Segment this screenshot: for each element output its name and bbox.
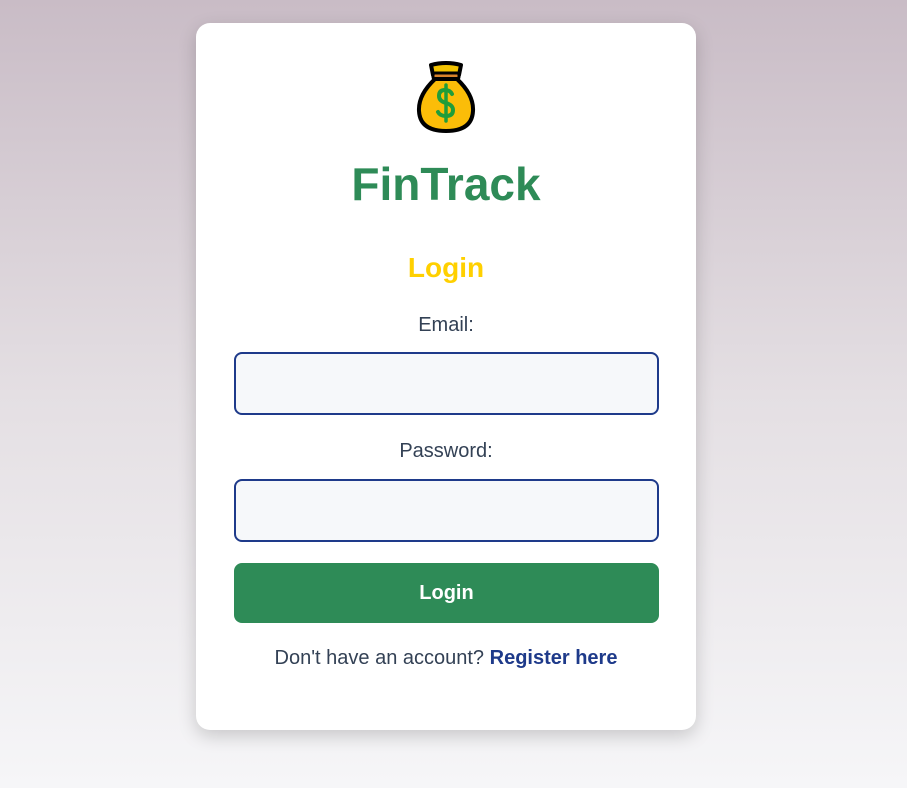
email-field[interactable] — [234, 352, 659, 415]
email-label: Email: — [418, 314, 474, 336]
login-button[interactable]: Login — [234, 563, 659, 623]
app-title: FinTrack — [351, 158, 541, 210]
money-bag-icon — [416, 61, 476, 133]
register-link[interactable]: Register here — [490, 647, 618, 669]
register-prompt-text: Don't have an account? — [274, 647, 485, 669]
register-prompt-row: Don't have an account? Register here — [196, 646, 696, 670]
login-card: FinTrack Login Email: Password: Login Do… — [196, 23, 696, 730]
password-field[interactable] — [234, 479, 659, 542]
password-label: Password: — [399, 440, 493, 462]
login-heading: Login — [407, 252, 485, 283]
